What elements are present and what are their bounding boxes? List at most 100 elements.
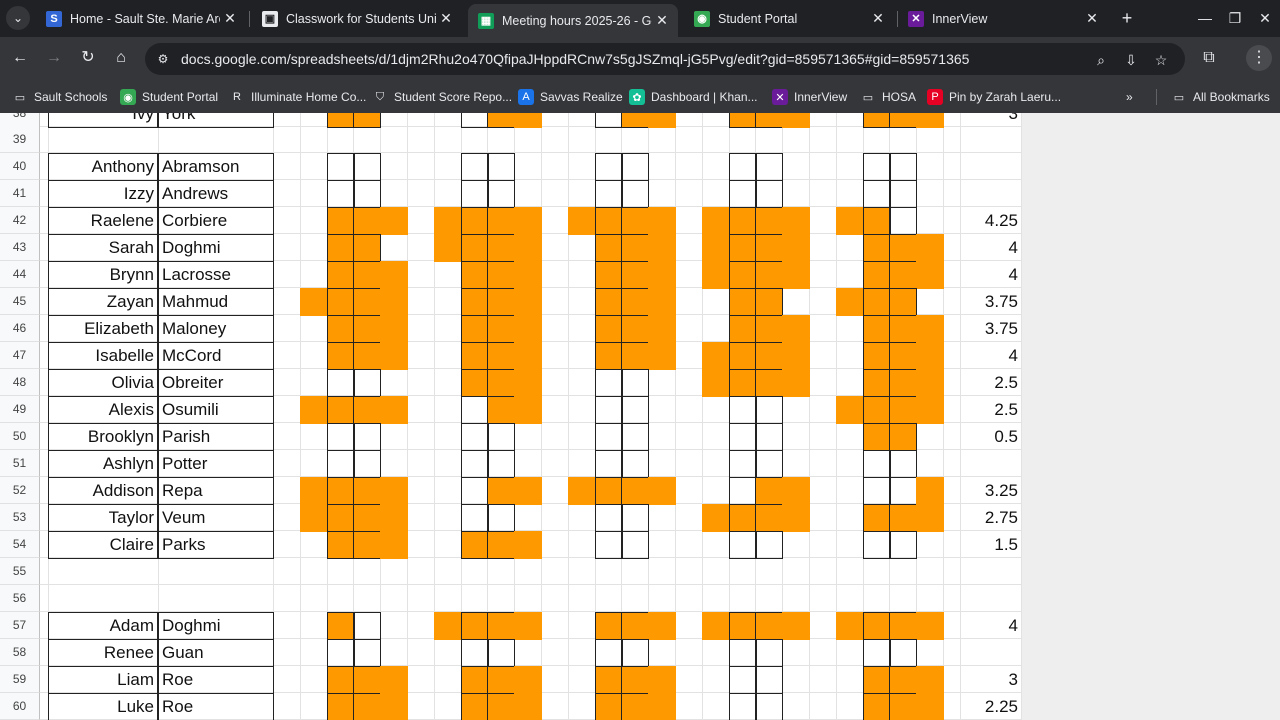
close-window-icon[interactable]: ✕: [1250, 6, 1280, 30]
time-slot[interactable]: [916, 531, 944, 559]
row-number[interactable]: 58: [0, 639, 40, 666]
time-slot[interactable]: [729, 477, 757, 505]
time-slot[interactable]: [782, 342, 810, 370]
time-slot[interactable]: [836, 234, 864, 262]
time-slot[interactable]: [353, 639, 381, 667]
time-slot[interactable]: [353, 153, 381, 181]
time-slot[interactable]: [621, 477, 649, 505]
time-slot[interactable]: [568, 207, 596, 235]
time-slot[interactable]: [755, 396, 783, 424]
time-slot[interactable]: [595, 288, 623, 316]
row-number[interactable]: 39: [0, 126, 40, 153]
time-slot[interactable]: [755, 180, 783, 208]
time-slot[interactable]: [782, 477, 810, 505]
time-slot[interactable]: [568, 423, 596, 451]
time-slot[interactable]: [380, 477, 408, 505]
time-slot[interactable]: [487, 693, 515, 720]
time-slot[interactable]: [729, 450, 757, 478]
time-slot[interactable]: [300, 504, 328, 532]
time-slot[interactable]: [782, 396, 810, 424]
time-slot[interactable]: [300, 693, 328, 720]
time-slot[interactable]: [648, 369, 676, 397]
new-tab-button[interactable]: +: [1116, 7, 1138, 29]
time-slot[interactable]: [702, 369, 730, 397]
bookmark-innerview[interactable]: ✕ InnerView: [772, 87, 847, 107]
time-slot[interactable]: [380, 396, 408, 424]
time-slot[interactable]: [729, 207, 757, 235]
time-slot[interactable]: [889, 396, 917, 424]
time-slot[interactable]: [487, 450, 515, 478]
time-slot[interactable]: [782, 531, 810, 559]
time-slot[interactable]: [434, 234, 462, 262]
time-slot[interactable]: [595, 450, 623, 478]
time-slot[interactable]: [595, 423, 623, 451]
time-slot[interactable]: [889, 477, 917, 505]
tab-search-button[interactable]: ⌄: [6, 6, 30, 30]
time-slot[interactable]: [514, 450, 542, 478]
time-slot[interactable]: [300, 315, 328, 343]
time-slot[interactable]: [434, 207, 462, 235]
time-slot[interactable]: [648, 234, 676, 262]
time-slot[interactable]: [729, 288, 757, 316]
tab-close-icon[interactable]: ✕: [436, 10, 456, 27]
time-slot[interactable]: [434, 288, 462, 316]
time-slot[interactable]: [782, 261, 810, 289]
time-slot[interactable]: [782, 504, 810, 532]
time-slot[interactable]: [621, 234, 649, 262]
time-slot[interactable]: [889, 180, 917, 208]
time-slot[interactable]: [568, 531, 596, 559]
time-slot[interactable]: [916, 288, 944, 316]
time-slot[interactable]: [595, 666, 623, 694]
time-slot[interactable]: [916, 423, 944, 451]
time-slot[interactable]: [461, 342, 489, 370]
time-slot[interactable]: [621, 288, 649, 316]
time-slot[interactable]: [729, 693, 757, 720]
time-slot[interactable]: [836, 207, 864, 235]
time-slot[interactable]: [648, 315, 676, 343]
time-slot[interactable]: [327, 612, 355, 640]
time-slot[interactable]: [729, 504, 757, 532]
time-slot[interactable]: [863, 315, 891, 343]
time-slot[interactable]: [916, 396, 944, 424]
tab-close-icon[interactable]: ✕: [868, 10, 888, 27]
time-slot[interactable]: [916, 450, 944, 478]
row-number[interactable]: 57: [0, 612, 40, 639]
time-slot[interactable]: [380, 234, 408, 262]
time-slot[interactable]: [702, 477, 730, 505]
time-slot[interactable]: [755, 423, 783, 451]
row-number[interactable]: 56: [0, 585, 40, 612]
time-slot[interactable]: [380, 504, 408, 532]
time-slot[interactable]: [461, 396, 489, 424]
time-slot[interactable]: [300, 261, 328, 289]
time-slot[interactable]: [836, 288, 864, 316]
row-number[interactable]: 51: [0, 450, 40, 477]
time-slot[interactable]: [487, 153, 515, 181]
time-slot[interactable]: [327, 288, 355, 316]
time-slot[interactable]: [300, 450, 328, 478]
time-slot[interactable]: [916, 261, 944, 289]
time-slot[interactable]: [595, 315, 623, 343]
time-slot[interactable]: [353, 504, 381, 532]
time-slot[interactable]: [595, 261, 623, 289]
time-slot[interactable]: [621, 612, 649, 640]
time-slot[interactable]: [782, 369, 810, 397]
row-number[interactable]: 50: [0, 423, 40, 450]
bookmark-sault-schools[interactable]: ▭ Sault Schools: [12, 87, 108, 107]
time-slot[interactable]: [514, 423, 542, 451]
time-slot[interactable]: [300, 531, 328, 559]
row-number[interactable]: 38: [0, 113, 40, 127]
time-slot[interactable]: [755, 531, 783, 559]
time-slot[interactable]: [487, 342, 515, 370]
row-number[interactable]: 41: [0, 180, 40, 207]
time-slot[interactable]: [300, 612, 328, 640]
time-slot[interactable]: [755, 504, 783, 532]
time-slot[interactable]: [380, 612, 408, 640]
time-slot[interactable]: [568, 180, 596, 208]
time-slot[interactable]: [434, 531, 462, 559]
time-slot[interactable]: [702, 234, 730, 262]
time-slot[interactable]: [648, 531, 676, 559]
time-slot[interactable]: [300, 180, 328, 208]
time-slot[interactable]: [916, 693, 944, 720]
time-slot[interactable]: [836, 423, 864, 451]
time-slot[interactable]: [863, 369, 891, 397]
